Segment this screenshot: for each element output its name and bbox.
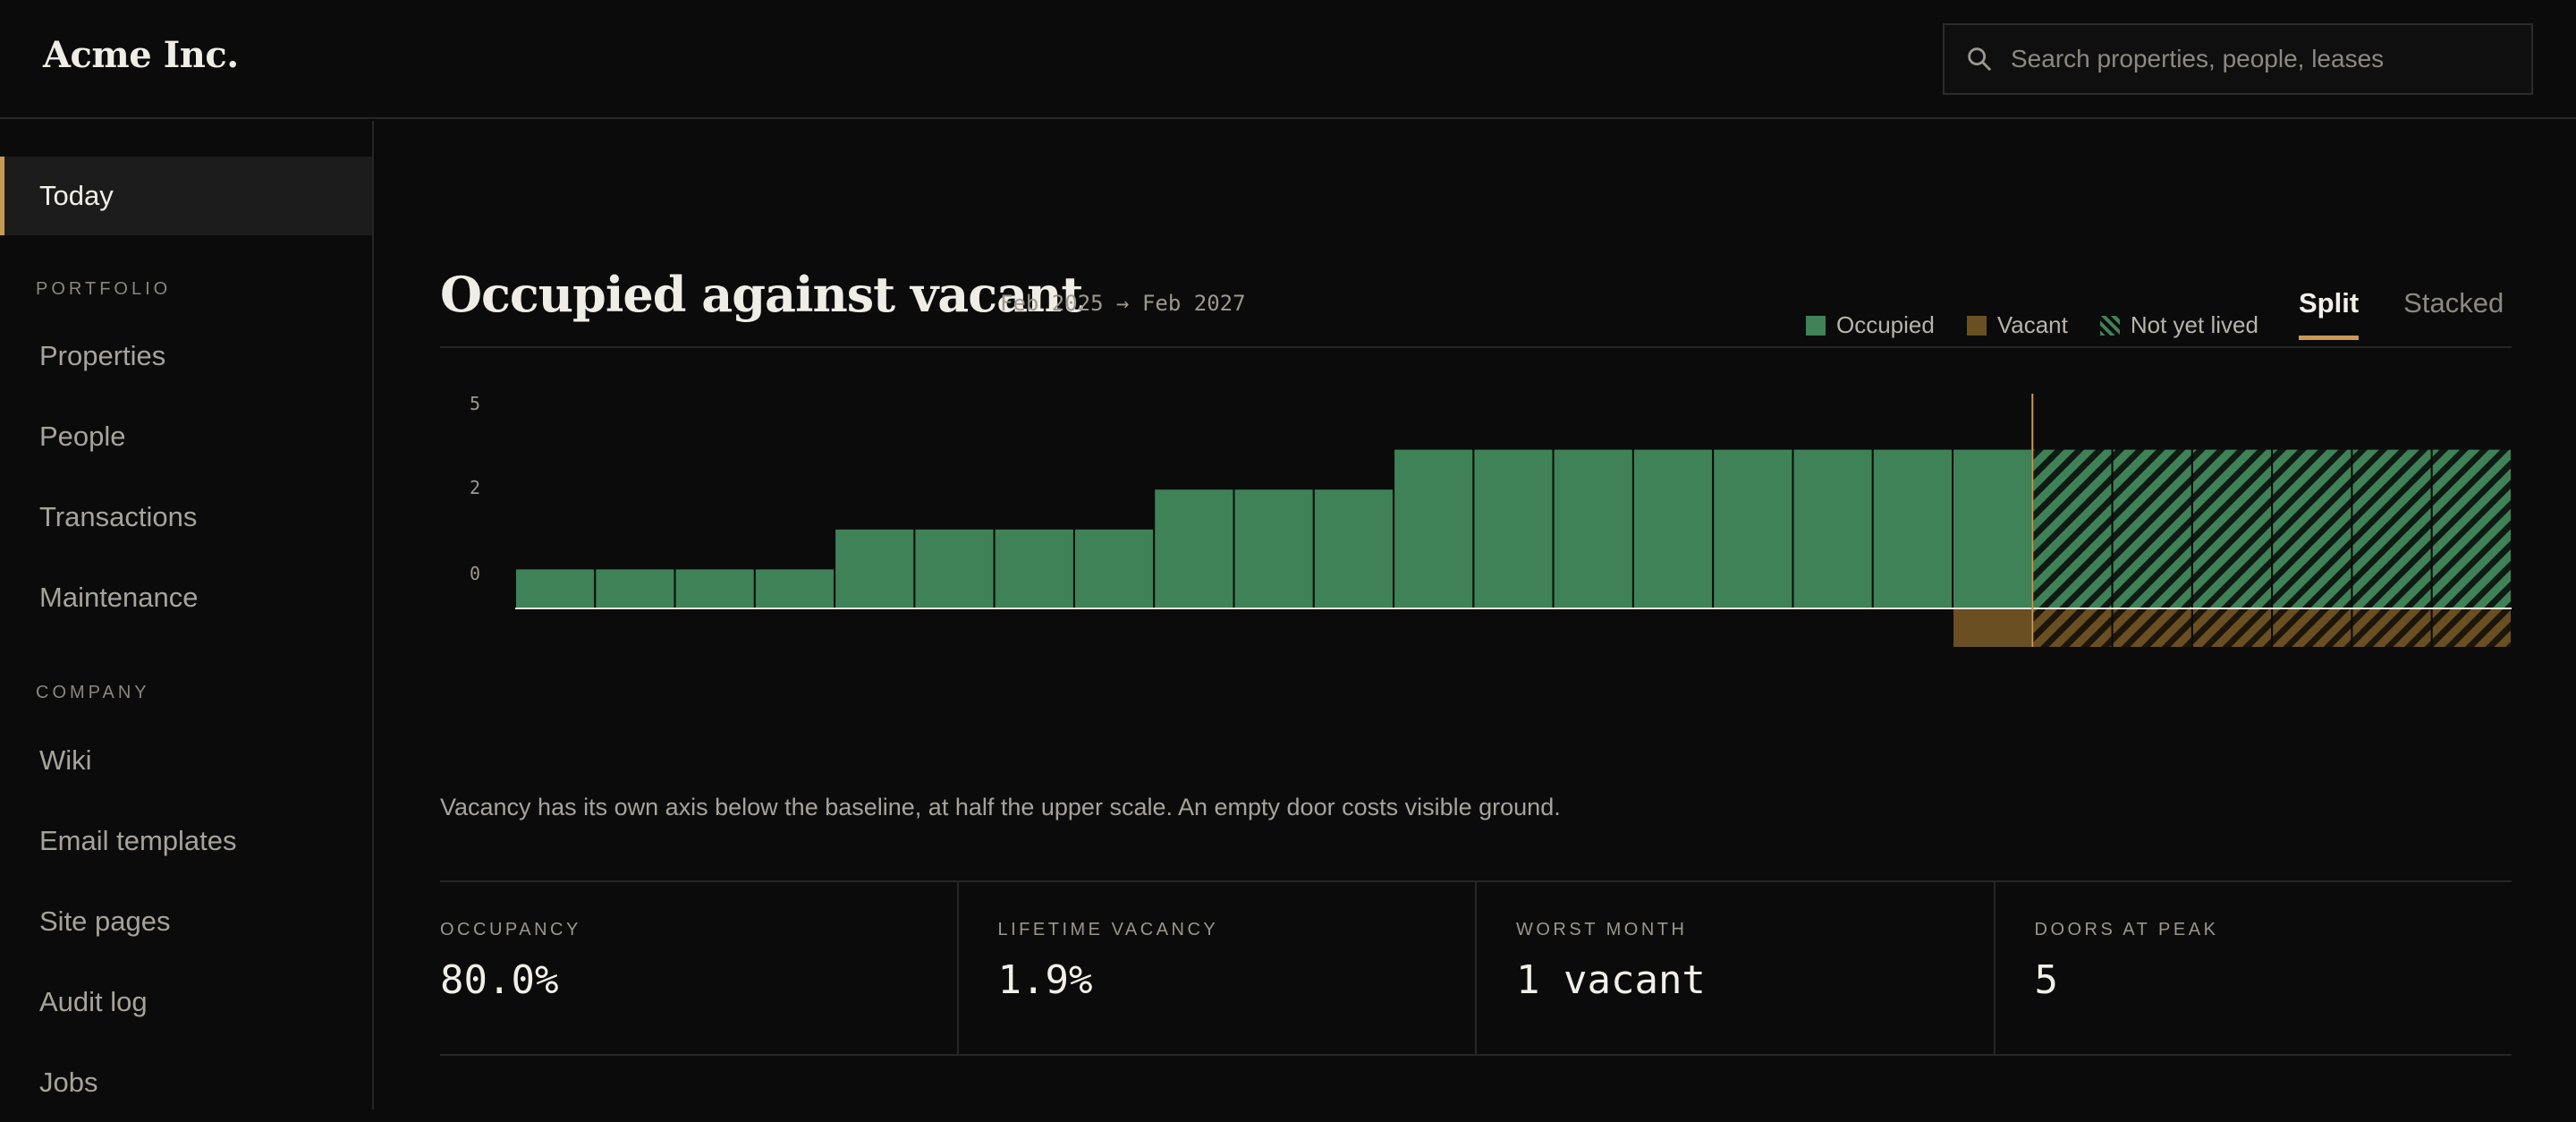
legend-label: Not yet lived xyxy=(2130,311,2258,338)
stat-value: 1.9% xyxy=(997,957,1093,1003)
sidebar-item-label: Transactions xyxy=(39,501,198,532)
chart-caption: Vacancy has its own axis below the basel… xyxy=(440,794,1561,820)
sidebar-item-label: Wiki xyxy=(39,744,92,776)
stat-doors-at-peak: DOORS AT PEAK 5 xyxy=(1996,882,2512,1054)
tab-split[interactable]: Split xyxy=(2299,287,2360,340)
bar-occupied xyxy=(913,527,996,609)
sidebar-item-properties[interactable]: Properties xyxy=(0,317,372,395)
bar-not-yet-lived xyxy=(2190,447,2274,609)
sidebar: Today PORTFOLIO Properties People Transa… xyxy=(0,121,374,1109)
chart-legend: Occupied Vacant Not yet lived xyxy=(1806,311,2291,339)
legend-swatch-vacant xyxy=(1966,315,1987,336)
stat-label: DOORS AT PEAK xyxy=(2034,920,2219,939)
sidebar-item-label: Jobs xyxy=(39,1067,98,1098)
chart-title: Occupied against vacant xyxy=(440,266,1083,323)
legend-swatch-occupied xyxy=(1806,315,1826,336)
bar-vacant-not-yet-lived xyxy=(2271,608,2353,647)
search-input[interactable] xyxy=(2011,45,2531,73)
title-divider xyxy=(440,346,2512,348)
bar-occupied xyxy=(753,567,836,609)
sidebar-item-jobs[interactable]: Jobs xyxy=(0,1043,372,1122)
bar-not-yet-lived xyxy=(2031,447,2114,609)
stat-worst-month: WORST MONTH 1 vacant xyxy=(1477,882,1996,1054)
sidebar-item-audit-log[interactable]: Audit log xyxy=(0,963,372,1041)
bar-vacant xyxy=(1952,608,2034,647)
sidebar-item-label: Audit log xyxy=(39,986,148,1017)
sidebar-item-maintenance[interactable]: Maintenance xyxy=(0,558,372,637)
search-box[interactable] xyxy=(1943,23,2533,95)
bar-occupied xyxy=(1952,447,2034,609)
stat-value: 80.0% xyxy=(440,957,559,1003)
legend-vacant: Vacant xyxy=(1966,311,2068,339)
occupancy-chart: 5202Feb 25Aug 25Feb 26Aug 26Feb 27 xyxy=(470,394,2512,647)
stat-value: 5 xyxy=(2034,957,2059,1003)
bar-occupied xyxy=(514,567,597,609)
sidebar-item-wiki[interactable]: Wiki xyxy=(0,721,372,800)
sidebar-item-people[interactable]: People xyxy=(0,397,372,476)
bar-vacant-not-yet-lived xyxy=(2190,608,2274,647)
bar-occupied xyxy=(1072,527,1156,609)
bar-not-yet-lived xyxy=(2111,447,2193,609)
bar-not-yet-lived xyxy=(2430,447,2512,609)
sidebar-item-label: Maintenance xyxy=(39,582,199,613)
bar-occupied xyxy=(993,527,1075,609)
sidebar-item-label: Properties xyxy=(39,340,166,371)
y-tick-label: 2 xyxy=(470,477,480,498)
legend-occupied: Occupied xyxy=(1806,311,1935,339)
bar-occupied xyxy=(1312,488,1395,609)
legend-label: Occupied xyxy=(1836,311,1935,338)
bar-occupied xyxy=(674,567,756,609)
sidebar-item-today[interactable]: Today xyxy=(0,157,372,235)
chart-date-range: Feb 2025 → Feb 2027 xyxy=(1000,291,1246,316)
legend-not-yet-lived: Not yet lived xyxy=(2099,311,2258,339)
bar-occupied xyxy=(1153,488,1235,609)
sidebar-item-email-templates[interactable]: Email templates xyxy=(0,802,372,880)
bar-occupied xyxy=(1233,488,1315,609)
stat-occupancy: OCCUPANCY 80.0% xyxy=(440,882,959,1054)
bar-not-yet-lived xyxy=(2351,447,2433,609)
search-icon xyxy=(1968,47,1991,71)
stat-label: LIFETIME VACANCY xyxy=(997,920,1219,939)
tab-stacked[interactable]: Stacked xyxy=(2403,287,2504,340)
bar-not-yet-lived xyxy=(2271,447,2353,609)
y-tick-label: 0 xyxy=(470,563,480,584)
legend-swatch-not-yet-lived xyxy=(2099,315,2120,336)
sidebar-item-transactions[interactable]: Transactions xyxy=(0,478,372,557)
stat-label: OCCUPANCY xyxy=(440,920,581,939)
sidebar-item-site-pages[interactable]: Site pages xyxy=(0,882,372,961)
bar-occupied xyxy=(1871,447,1954,609)
view-tabs: Split Stacked xyxy=(2299,287,2504,340)
bar-occupied xyxy=(1472,447,1555,609)
bar-occupied xyxy=(1712,447,1794,609)
stat-label: WORST MONTH xyxy=(1516,920,1688,939)
sidebar-section-portfolio: PORTFOLIO xyxy=(36,279,172,299)
bar-vacant-not-yet-lived xyxy=(2430,608,2512,647)
top-bar: Acme Inc. xyxy=(0,0,2576,119)
stat-lifetime-vacancy: LIFETIME VACANCY 1.9% xyxy=(959,882,1477,1054)
bar-vacant-not-yet-lived xyxy=(2111,608,2193,647)
bar-occupied xyxy=(594,567,676,609)
bar-vacant-not-yet-lived xyxy=(2031,608,2114,647)
bar-vacant-not-yet-lived xyxy=(2351,608,2433,647)
sidebar-item-label: Site pages xyxy=(39,905,171,937)
sidebar-item-label: Email templates xyxy=(39,825,237,856)
bar-occupied xyxy=(1552,447,1634,609)
sidebar-item-label: People xyxy=(39,421,126,452)
bar-occupied xyxy=(1393,447,1475,609)
stat-value: 1 vacant xyxy=(1516,957,1706,1003)
bar-occupied xyxy=(1792,447,1874,609)
stats-row: OCCUPANCY 80.0% LIFETIME VACANCY 1.9% WO… xyxy=(440,880,2512,1056)
brand-logo[interactable]: Acme Inc. xyxy=(43,34,239,76)
bar-occupied xyxy=(1631,447,1715,609)
bar-occupied xyxy=(834,527,916,609)
sidebar-item-label: Today xyxy=(39,180,114,211)
y-tick-label: 5 xyxy=(470,394,480,414)
legend-label: Vacant xyxy=(1996,311,2068,338)
sidebar-section-company: COMPANY xyxy=(36,683,150,702)
